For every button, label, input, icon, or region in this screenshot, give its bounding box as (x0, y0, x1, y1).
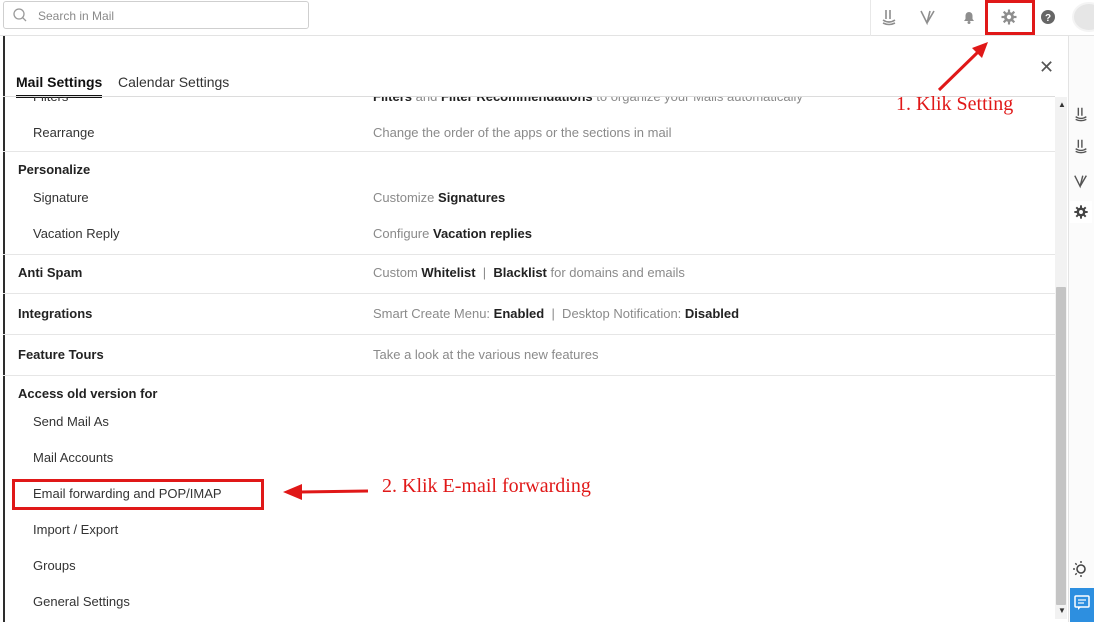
annotation-step-1: 1. Klik Setting (896, 93, 1014, 115)
annotation-step-2: 2. Klik E-mail forwarding (382, 475, 591, 497)
